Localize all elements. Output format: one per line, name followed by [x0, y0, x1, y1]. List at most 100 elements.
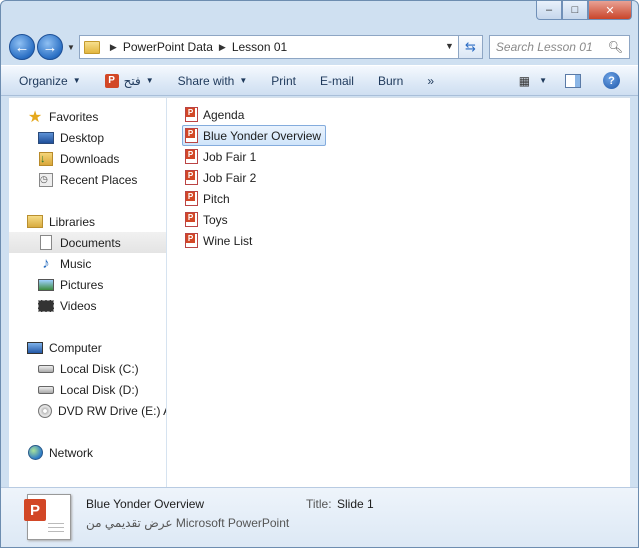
file-item-toys[interactable]: P Toys	[182, 209, 233, 230]
nav-favorites[interactable]: ★ Favorites	[9, 106, 166, 127]
file-item-agenda[interactable]: P Agenda	[182, 104, 249, 125]
file-name: Agenda	[203, 107, 245, 122]
nav-item-pictures[interactable]: Pictures	[9, 274, 166, 295]
file-item-job-fair-2[interactable]: P Job Fair 2	[182, 167, 261, 188]
search-input[interactable]: Search Lesson 01	[496, 40, 608, 54]
powerpoint-file-icon: P	[185, 170, 198, 185]
dvd-drive-icon	[38, 403, 52, 418]
nav-network-label: Network	[49, 445, 94, 460]
nav-item-label: Local Disk (C:)	[60, 361, 139, 376]
nav-item-label: Local Disk (D:)	[60, 382, 139, 397]
music-icon: ♪	[42, 255, 50, 272]
nav-item-recent-places[interactable]: ◷ Recent Places	[9, 169, 166, 190]
nav-item-local-disk-c[interactable]: Local Disk (C:)	[9, 358, 166, 379]
details-title-label: Title:	[306, 497, 332, 511]
organize-label: Organize	[19, 73, 68, 88]
file-name: Job Fair 2	[203, 170, 257, 185]
hard-disk-icon	[38, 364, 54, 373]
print-button[interactable]: Print	[271, 74, 296, 88]
powerpoint-thumbnail-icon: P	[24, 494, 71, 540]
change-view-icon[interactable]: ▦	[519, 74, 530, 88]
nav-item-label: Downloads	[60, 151, 120, 166]
nav-item-downloads[interactable]: ↓ Downloads	[9, 148, 166, 169]
breadcrumb-arrow-icon[interactable]: ▶	[219, 42, 226, 53]
address-dropdown-icon[interactable]: ▼	[445, 41, 454, 51]
powerpoint-file-icon: P	[185, 149, 198, 164]
downloads-icon: ↓	[39, 151, 53, 166]
file-name: Toys	[203, 212, 228, 227]
burn-button[interactable]: Burn	[378, 74, 403, 88]
caption-buttons: – □ ✕	[536, 1, 632, 21]
powerpoint-file-icon: P	[185, 128, 198, 143]
file-list[interactable]: P Agenda P Blue Yonder Overview P Job Fa…	[167, 98, 630, 487]
file-item-blue-yonder-overview[interactable]: P Blue Yonder Overview	[182, 125, 327, 146]
search-box[interactable]: Search Lesson 01 🔍︎	[488, 35, 630, 59]
recent-places-icon: ◷	[39, 172, 53, 187]
open-label: فتح	[123, 73, 141, 88]
details-file-type: عرض تقديمي من Microsoft PowerPoint	[86, 516, 289, 530]
details-pane: P Blue Yonder Overview عرض تقديمي من Mic…	[1, 487, 638, 547]
folder-icon	[83, 40, 100, 54]
powerpoint-file-icon: P	[185, 212, 198, 227]
open-button[interactable]: P فتح ▼	[104, 73, 154, 88]
file-name: Blue Yonder Overview	[203, 128, 322, 143]
breadcrumb-arrow-icon[interactable]: ▶	[110, 42, 117, 53]
file-item-job-fair-1[interactable]: P Job Fair 1	[182, 146, 261, 167]
refresh-icon: ⇆	[464, 39, 476, 54]
nav-item-videos[interactable]: Videos	[9, 295, 166, 316]
nav-item-documents[interactable]: Documents	[9, 232, 166, 253]
star-icon: ★	[27, 108, 43, 126]
nav-item-label: Recent Places	[60, 172, 138, 187]
recent-pages-dropdown[interactable]: ▼	[67, 43, 75, 52]
breadcrumb-powerpoint-data[interactable]: PowerPoint Data	[123, 40, 213, 54]
minimize-button[interactable]: –	[536, 1, 562, 20]
breadcrumb-lesson-01[interactable]: Lesson 01	[232, 40, 287, 54]
powerpoint-file-icon: P	[185, 107, 198, 122]
powerpoint-icon: P	[104, 73, 119, 88]
nav-item-label: Desktop	[60, 130, 105, 145]
libraries-icon	[27, 215, 43, 228]
file-item-wine-list[interactable]: P Wine List	[182, 230, 257, 251]
organize-button[interactable]: Organize ▼	[19, 74, 81, 88]
more-commands-button[interactable]: »	[427, 74, 434, 88]
view-options-chevron-icon[interactable]: ▼	[539, 76, 547, 85]
nav-computer[interactable]: Computer	[9, 337, 166, 358]
nav-item-music[interactable]: ♪ Music	[9, 253, 166, 274]
details-file-type-app: Microsoft PowerPoint	[175, 516, 290, 530]
nav-computer-label: Computer	[49, 340, 102, 355]
details-file-type-arabic: عرض تقديمي من	[86, 516, 173, 530]
nav-item-desktop[interactable]: Desktop	[9, 127, 166, 148]
file-name: Job Fair 1	[203, 149, 257, 164]
nav-item-local-disk-d[interactable]: Local Disk (D:)	[9, 379, 166, 400]
hard-disk-icon	[38, 385, 54, 394]
nav-item-label: Documents	[60, 235, 121, 250]
nav-item-label: Pictures	[60, 277, 104, 292]
navigation-pane[interactable]: ★ Favorites Desktop ↓ Downloads ◷ Recent…	[9, 98, 167, 487]
search-icon[interactable]: 🔍︎	[608, 40, 623, 54]
close-button[interactable]: ✕	[588, 1, 632, 20]
refresh-button[interactable]: ⇆	[458, 35, 483, 59]
videos-icon	[38, 299, 54, 312]
address-bar[interactable]: ▶ PowerPoint Data ▶ Lesson 01 ▼	[78, 35, 459, 59]
nav-favorites-label: Favorites	[49, 109, 99, 124]
nav-item-dvd-drive[interactable]: DVD RW Drive (E:) A	[9, 400, 166, 421]
preview-pane-icon[interactable]	[565, 73, 581, 88]
back-button[interactable]: ←	[9, 34, 35, 60]
pictures-icon	[38, 278, 54, 291]
chevron-down-icon: ▼	[239, 76, 248, 85]
nav-network[interactable]: Network	[9, 442, 166, 463]
share-with-button[interactable]: Share with ▼	[178, 74, 248, 88]
explorer-window: – □ ✕ ← → ▼ ▶ PowerPoint Data ▶ Lesson 0…	[0, 0, 639, 548]
forward-button[interactable]: →	[37, 34, 63, 60]
details-title-value[interactable]: Slide 1	[337, 497, 374, 511]
maximize-button[interactable]: □	[562, 1, 588, 20]
nav-item-label: Music	[60, 256, 92, 271]
share-with-label: Share with	[177, 73, 235, 88]
file-item-pitch[interactable]: P Pitch	[182, 188, 235, 209]
nav-libraries[interactable]: Libraries	[9, 211, 166, 232]
help-icon[interactable]: ?	[603, 72, 620, 89]
nav-item-label: Videos	[60, 298, 97, 313]
email-button[interactable]: E-mail	[320, 74, 354, 88]
file-name: Pitch	[203, 191, 230, 206]
chevron-down-icon[interactable]: ▼	[146, 76, 154, 85]
